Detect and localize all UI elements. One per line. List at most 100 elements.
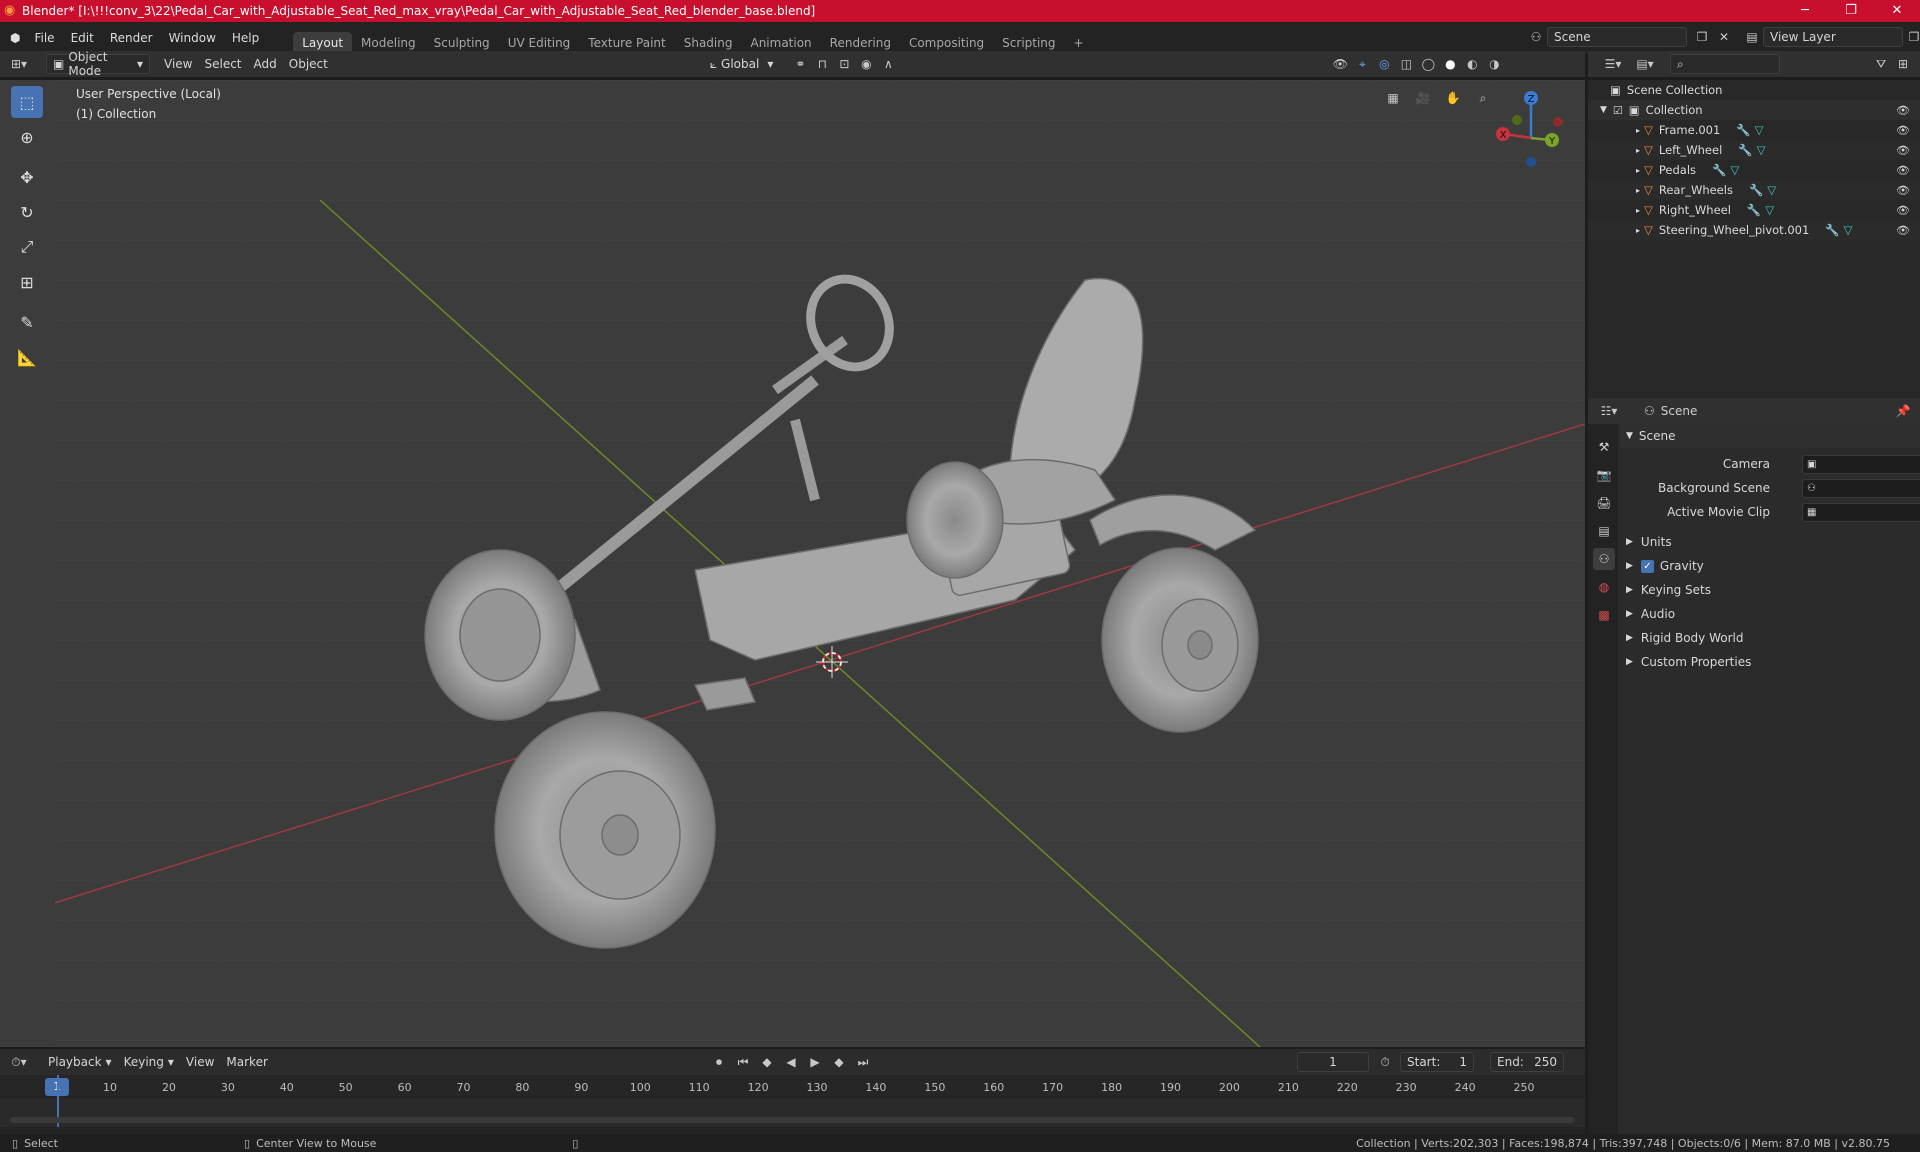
current-frame-field[interactable]: 1 — [1297, 1052, 1369, 1072]
record-icon[interactable]: ⏺ — [708, 1052, 730, 1072]
eye-icon[interactable]: 👁 — [1896, 144, 1910, 157]
move-tool-icon[interactable]: ✥ — [11, 161, 43, 193]
eye-icon[interactable]: 👁 — [1896, 164, 1910, 177]
pan-view-icon[interactable]: ✋ — [1442, 88, 1464, 108]
play-reverse-icon[interactable]: ◀ — [780, 1052, 802, 1072]
next-keyframe-icon[interactable]: ◆ — [828, 1052, 850, 1072]
annotate-tool-icon[interactable]: ✎ — [11, 306, 43, 338]
outliner-search-input[interactable]: ⌕ — [1670, 54, 1780, 74]
play-icon[interactable]: ▶ — [804, 1052, 826, 1072]
camera-field[interactable]: ▣ ✒ — [1802, 454, 1920, 474]
scene-tab-icon[interactable]: ⚇ — [1593, 548, 1615, 570]
expand-right-icon[interactable]: ▸ — [1636, 186, 1640, 195]
material-shading-icon[interactable]: ◐ — [1461, 54, 1483, 74]
close-button[interactable]: ✕ — [1874, 0, 1920, 22]
menu-object[interactable]: Object — [283, 54, 334, 74]
world-tab-icon[interactable]: ◍ — [1593, 576, 1615, 598]
proportional-edit-icon[interactable]: ◉ — [855, 54, 877, 74]
outliner-row-collection[interactable]: ▼ ☑ ▣ Collection 👁 — [1588, 100, 1920, 120]
snap-icon[interactable]: ⊓ — [811, 54, 833, 74]
expand-right-icon[interactable]: ▸ — [1636, 206, 1640, 215]
section-audio[interactable]: ▶ Audio — [1620, 602, 1920, 626]
overlay-toggle-icon[interactable]: ◎ — [1373, 54, 1395, 74]
xray-icon[interactable]: ◫ — [1395, 54, 1417, 74]
measure-tool-icon[interactable]: 📐 — [11, 341, 43, 373]
active-movie-clip-field[interactable]: ▦ — [1802, 502, 1920, 522]
expand-right-icon[interactable]: ▸ — [1636, 166, 1640, 175]
outliner-row-scene-collection[interactable]: ▣ Scene Collection — [1588, 80, 1920, 100]
3d-viewport[interactable]: Z X Y — [55, 80, 1585, 1047]
orientation-dropdown[interactable]: ⟀ Global ▾ — [704, 54, 780, 74]
timeline-track-area[interactable] — [0, 1075, 1585, 1127]
pivot-icon[interactable]: ⚭ — [789, 54, 811, 74]
display-mode-icon[interactable]: ▤▾ — [1634, 54, 1656, 74]
stopwatch-icon[interactable]: ⏱ — [1374, 1052, 1396, 1072]
outliner-row-object[interactable]: ▸ ▽ Pedals 🔧 ▽ 👁 — [1588, 160, 1920, 180]
menu-playback[interactable]: Playback ▾ — [42, 1052, 118, 1072]
menu-help[interactable]: Help — [224, 31, 267, 45]
scene-name-field[interactable]: Scene — [1547, 27, 1687, 47]
view-layer-tab-icon[interactable]: ▤ — [1593, 520, 1615, 542]
ortho-toggle-icon[interactable]: ▦ — [1382, 88, 1404, 108]
snap-target-icon[interactable]: ⊡ — [833, 54, 855, 74]
gravity-checkbox[interactable]: ✓ — [1640, 559, 1654, 573]
pin-icon[interactable]: 📌 — [1892, 401, 1914, 421]
object-mode-dropdown[interactable]: ▣ Object Mode ▾ — [46, 50, 150, 78]
minimize-button[interactable]: ─ — [1782, 0, 1828, 22]
background-scene-field[interactable]: ⚇ — [1802, 478, 1920, 498]
section-keying-sets[interactable]: ▶ Keying Sets — [1620, 578, 1920, 602]
section-custom-properties[interactable]: ▶ Custom Properties — [1620, 650, 1920, 674]
menu-file[interactable]: File — [26, 31, 62, 45]
scale-tool-icon[interactable]: ⤢ — [11, 231, 43, 263]
expand-right-icon[interactable]: ▸ — [1636, 146, 1640, 155]
prev-keyframe-icon[interactable]: ◆ — [756, 1052, 778, 1072]
remove-scene-icon[interactable]: ✕ — [1713, 27, 1735, 47]
section-rigid-body-world[interactable]: ▶ Rigid Body World — [1620, 626, 1920, 650]
menu-marker[interactable]: Marker — [220, 1052, 273, 1072]
section-gravity[interactable]: ▶ ✓ Gravity — [1620, 554, 1920, 578]
timeline-editor-icon[interactable]: ⏱▾ — [8, 1052, 30, 1072]
outliner-row-object[interactable]: ▸ ▽ Right_Wheel 🔧 ▽ 👁 — [1588, 200, 1920, 220]
menu-edit[interactable]: Edit — [63, 31, 102, 45]
cursor-tool-icon[interactable]: ⊕ — [11, 121, 43, 153]
menu-view[interactable]: View — [158, 54, 198, 74]
blender-menu-icon[interactable]: ⬢ — [10, 31, 20, 45]
outliner-row-object[interactable]: ▸ ▽ Steering_Wheel_pivot.001 🔧 ▽ 👁 — [1588, 220, 1920, 240]
solid-shading-icon[interactable]: ● — [1439, 54, 1461, 74]
jump-end-icon[interactable]: ⏭ — [852, 1052, 874, 1072]
properties-editor-icon[interactable]: ☷▾ — [1598, 401, 1620, 421]
falloff-icon[interactable]: ∧ — [877, 54, 899, 74]
scene-icon[interactable]: ⚇ — [1525, 27, 1547, 47]
transform-tool-icon[interactable]: ⊞ — [11, 266, 43, 298]
section-units[interactable]: ▶ Units — [1620, 530, 1920, 554]
texture-tab-icon[interactable]: ▩ — [1593, 604, 1615, 626]
visibility-icon[interactable]: 👁 — [1329, 54, 1351, 74]
output-tab-icon[interactable]: 🖨 — [1593, 492, 1615, 514]
expand-right-icon[interactable]: ▸ — [1636, 226, 1640, 235]
eye-icon[interactable]: 👁 — [1896, 224, 1910, 237]
eye-icon[interactable]: 👁 — [1896, 104, 1910, 117]
camera-view-icon[interactable]: 🎥 — [1412, 88, 1434, 108]
outliner-row-object[interactable]: ▸ ▽ Left_Wheel 🔧 ▽ 👁 — [1588, 140, 1920, 160]
maximize-button[interactable]: ❐ — [1828, 0, 1874, 22]
filter-icon[interactable]: ⛛ — [1870, 54, 1892, 74]
checkbox-icon[interactable]: ☑ — [1613, 104, 1623, 117]
outliner-row-object[interactable]: ▸ ▽ Rear_Wheels 🔧 ▽ 👁 — [1588, 180, 1920, 200]
outliner-row-object[interactable]: ▸ ▽ Frame.001 🔧 ▽ 👁 — [1588, 120, 1920, 140]
menu-select[interactable]: Select — [198, 54, 247, 74]
eye-icon[interactable]: 👁 — [1896, 184, 1910, 197]
wireframe-shading-icon[interactable]: ◯ — [1417, 54, 1439, 74]
menu-timeline-view[interactable]: View — [180, 1052, 220, 1072]
editor-type-icon[interactable]: ⊞▾ — [8, 54, 30, 74]
view-layer-icon[interactable]: ▤ — [1741, 27, 1763, 47]
rotate-tool-icon[interactable]: ↻ — [11, 196, 43, 228]
zoom-view-icon[interactable]: ⌕ — [1472, 88, 1494, 108]
expand-down-icon[interactable]: ▼ — [1600, 105, 1607, 115]
rendered-shading-icon[interactable]: ◑ — [1483, 54, 1505, 74]
menu-render[interactable]: Render — [102, 31, 161, 45]
end-frame-field[interactable]: End: 250 — [1490, 1052, 1564, 1072]
eye-icon[interactable]: 👁 — [1896, 124, 1910, 137]
expand-right-icon[interactable]: ▸ — [1636, 126, 1640, 135]
menu-keying[interactable]: Keying ▾ — [118, 1052, 180, 1072]
menu-add[interactable]: Add — [248, 54, 283, 74]
